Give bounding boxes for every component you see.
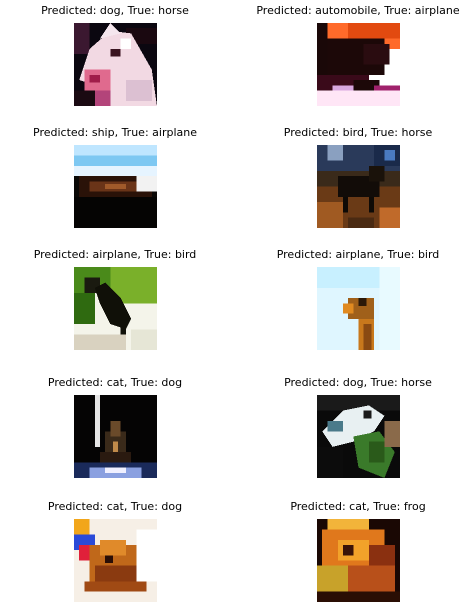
panel-3: Predicted: ship, True: airplane	[0, 126, 230, 231]
panel-image	[73, 267, 157, 350]
horse-head-image	[73, 23, 157, 106]
airplane-sky-image	[73, 145, 157, 228]
bird-green-image	[73, 267, 157, 350]
bird-head-image	[316, 267, 400, 350]
panel-title: Predicted: bird, True: horse	[283, 126, 433, 139]
panel-title: Predicted: ship, True: airplane	[33, 126, 197, 139]
airplane-image	[316, 23, 400, 106]
panel-10: Predicted: cat, True: frog	[243, 500, 473, 605]
panel-6: Predicted: airplane, True: bird	[243, 248, 473, 353]
panel-title: Predicted: airplane, True: bird	[276, 248, 440, 261]
panel-image	[316, 23, 400, 106]
panel-title: Predicted: cat, True: dog	[47, 500, 183, 513]
panel-7: Predicted: cat, True: dog	[0, 376, 230, 481]
panel-image	[316, 267, 400, 350]
panel-title: Predicted: airplane, True: bird	[33, 248, 197, 261]
dog-close-image	[73, 519, 157, 602]
panel-4: Predicted: bird, True: horse	[243, 126, 473, 231]
panel-image	[73, 145, 157, 228]
panel-1: Predicted: dog, True: horse	[0, 4, 230, 109]
panel-title: Predicted: cat, True: frog	[290, 500, 426, 513]
panel-title: Predicted: dog, True: horse	[284, 376, 432, 389]
panel-title: Predicted: cat, True: dog	[47, 376, 183, 389]
panel-2: Predicted: automobile, True: airplane	[243, 4, 473, 109]
panel-9: Predicted: cat, True: dog	[0, 500, 230, 605]
horse-field-image	[316, 145, 400, 228]
panel-title: Predicted: automobile, True: airplane	[256, 4, 460, 17]
panel-5: Predicted: airplane, True: bird	[0, 248, 230, 353]
white-horse-image	[316, 395, 400, 478]
panel-image	[73, 519, 157, 602]
panel-8: Predicted: dog, True: horse	[243, 376, 473, 481]
panel-title: Predicted: dog, True: horse	[41, 4, 189, 17]
panel-image	[73, 395, 157, 478]
dark-dog-image	[73, 395, 157, 478]
panel-image	[316, 519, 400, 602]
panel-image	[316, 145, 400, 228]
panel-image	[73, 23, 157, 106]
orange-animal-image	[316, 519, 400, 602]
panel-image	[316, 395, 400, 478]
